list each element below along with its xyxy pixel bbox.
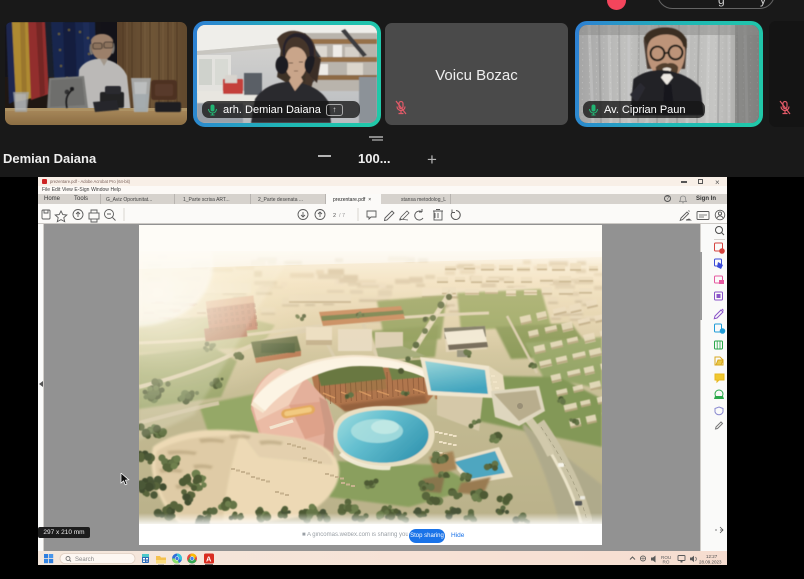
svg-text:/ 7: / 7: [339, 213, 345, 219]
svg-text:Search: Search: [75, 557, 94, 563]
svg-text:28.09.2023: 28.09.2023: [699, 559, 722, 564]
svg-text:2: 2: [333, 213, 336, 219]
svg-text:A: A: [206, 555, 212, 564]
svg-text:RO: RO: [663, 560, 670, 565]
